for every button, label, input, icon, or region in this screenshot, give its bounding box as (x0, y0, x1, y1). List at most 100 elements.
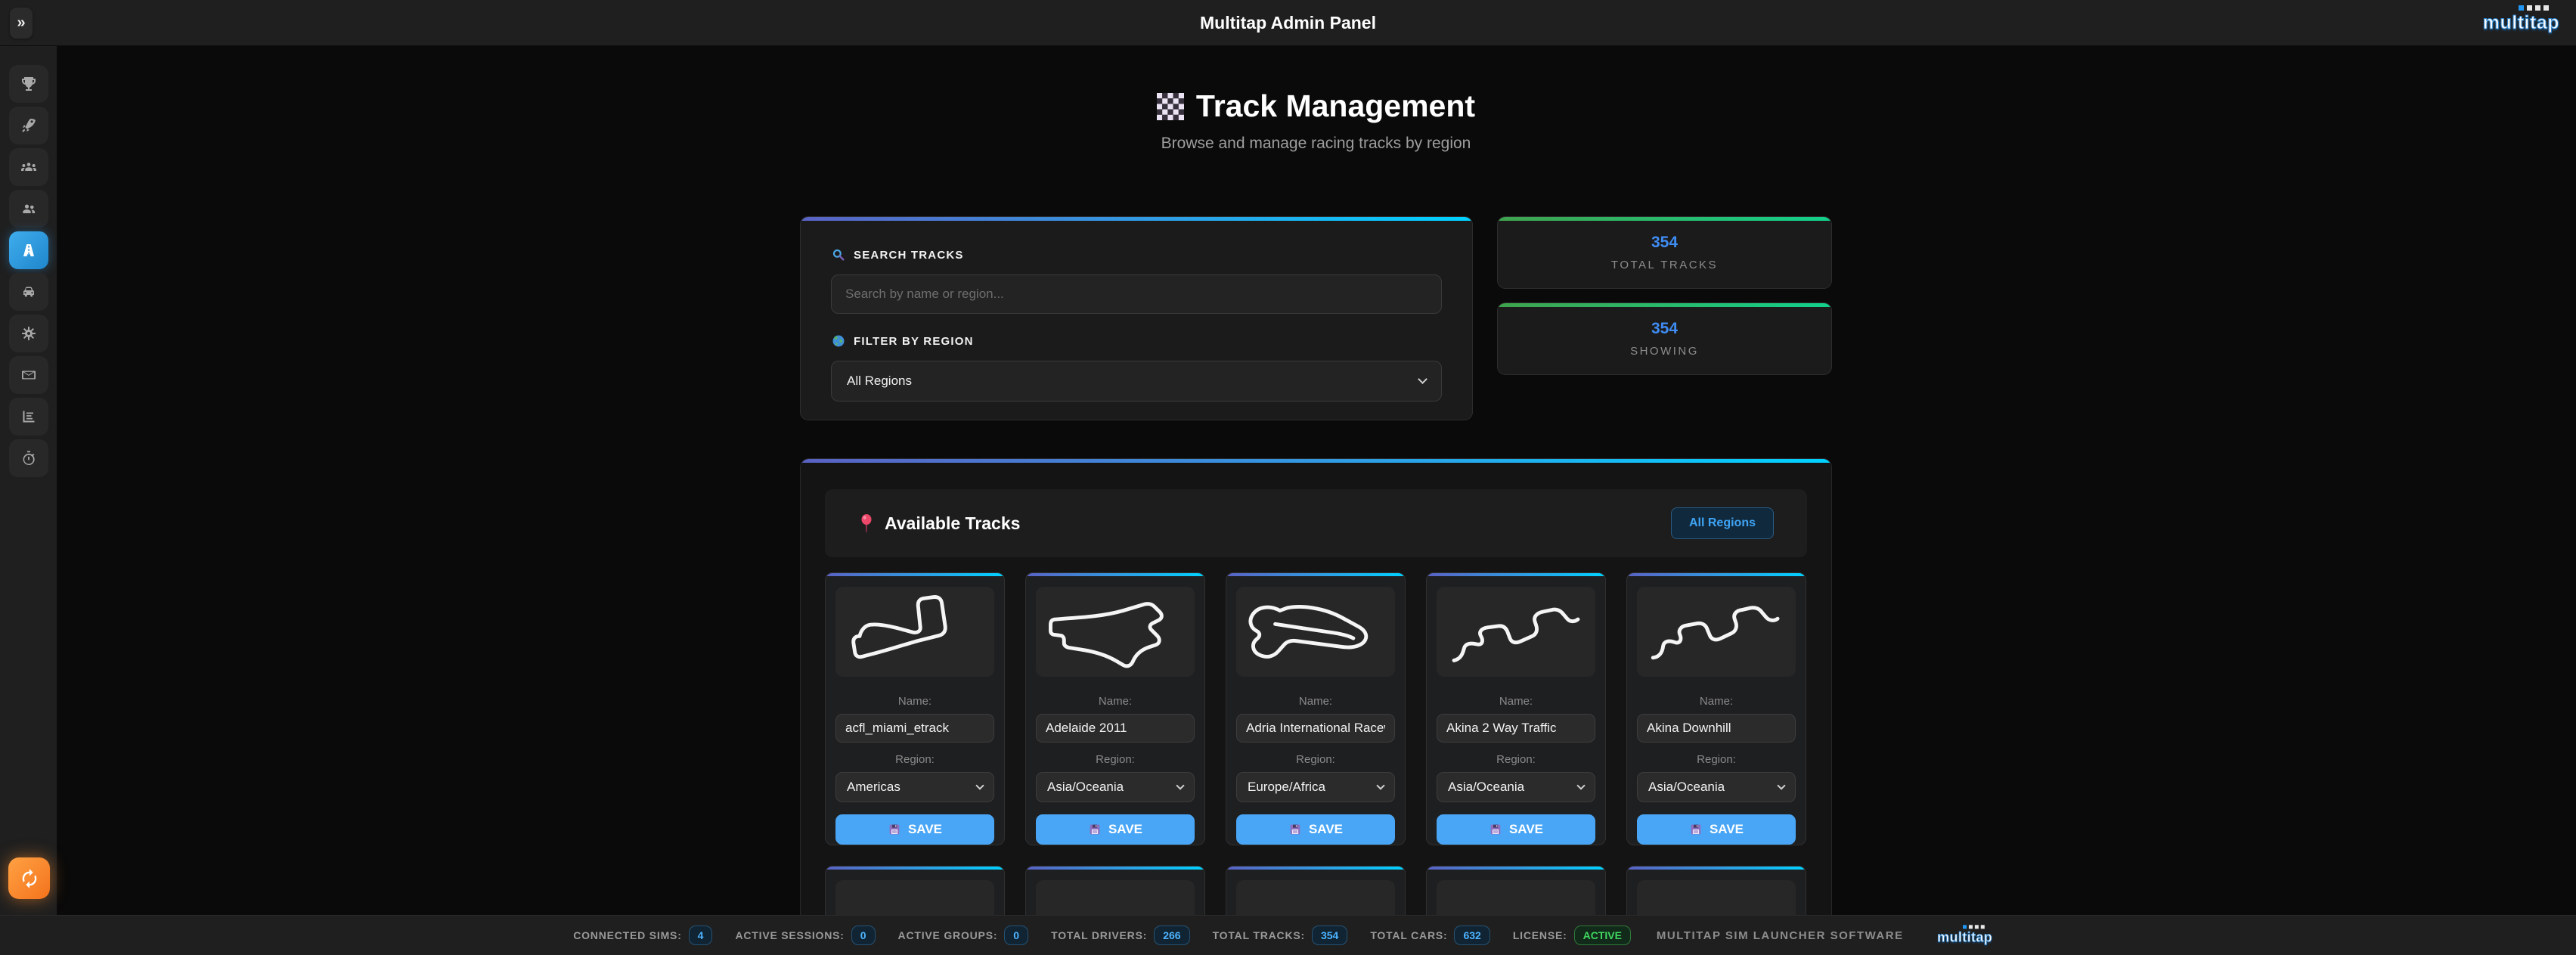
floppy-disk-icon (1489, 823, 1502, 836)
save-button[interactable]: SAVE (1036, 814, 1195, 845)
sidebar-item-cars[interactable] (9, 273, 48, 311)
car-icon (20, 283, 38, 301)
controls-row: SEARCH TRACKS FILTER BY REGION All Regio… (800, 216, 1832, 420)
tracks-panel-title: Available Tracks (885, 513, 1020, 534)
footer-brand-logo: multitap (1937, 925, 1992, 945)
refresh-icon (19, 868, 40, 889)
sidebar-item-groups[interactable] (9, 148, 48, 186)
filter-section-label: FILTER BY REGION (831, 333, 1442, 349)
sidebar-item-launcher[interactable] (9, 107, 48, 144)
page-title: Track Management (1196, 88, 1475, 124)
gear-icon (20, 324, 38, 343)
track-region-value: Europe/Africa (1248, 780, 1325, 795)
save-label: SAVE (908, 822, 942, 837)
save-button[interactable]: SAVE (1637, 814, 1796, 845)
sidebar-item-settings[interactable] (9, 315, 48, 352)
sidebar-item-tournaments[interactable] (9, 65, 48, 103)
region-filter-value: All Regions (847, 374, 912, 389)
available-tracks-panel: Available Tracks All Regions Name: Regio… (800, 458, 1832, 948)
track-card: Name: Region: Americas SAVE (825, 572, 1005, 845)
top-bar: » Multitap Admin Panel multitap (0, 0, 2576, 46)
status-value-badge: 354 (1312, 926, 1347, 945)
track-name-input[interactable] (1437, 714, 1595, 743)
track-card: Name: Region: Asia/Oceania SAVE (1426, 572, 1606, 845)
track-card: Name: Region: Asia/Oceania SAVE (1626, 572, 1806, 845)
sidebar-item-stats[interactable] (9, 398, 48, 436)
brand-dots-icon (1963, 925, 1985, 929)
region-filter-badge[interactable]: All Regions (1671, 507, 1774, 539)
track-map-image (1236, 587, 1395, 677)
save-button[interactable]: SAVE (835, 814, 994, 845)
track-region-value: Americas (847, 780, 901, 795)
region-filter-select[interactable]: All Regions (831, 361, 1442, 402)
sidebar-item-drivers[interactable] (9, 190, 48, 228)
rocket-icon (20, 116, 38, 135)
track-region-select[interactable]: Asia/Oceania (1036, 772, 1195, 802)
globe-icon (831, 333, 846, 349)
status-bar: CONNECTED SIMS: 4 ACTIVE SESSIONS: 0 ACT… (0, 915, 2576, 955)
brand-dots-icon (2519, 5, 2549, 11)
status-label: CONNECTED SIMS: (573, 929, 681, 941)
status-value-badge: 0 (851, 926, 876, 945)
track-name-input[interactable] (835, 714, 994, 743)
save-button[interactable]: SAVE (1437, 814, 1595, 845)
filter-label-text: FILTER BY REGION (854, 335, 974, 348)
stopwatch-icon (20, 449, 38, 467)
sidebar-item-tracks[interactable] (9, 231, 48, 269)
track-region-select[interactable]: Asia/Oceania (1437, 772, 1595, 802)
road-track-icon (20, 241, 38, 259)
page-subtitle: Browse and manage racing tracks by regio… (800, 135, 1832, 153)
track-region-select[interactable]: Americas (835, 772, 994, 802)
chevron-down-icon (1376, 781, 1384, 789)
track-region-select[interactable]: Europe/Africa (1236, 772, 1395, 802)
chevron-down-icon (1576, 781, 1585, 789)
stat-value: 354 (1651, 320, 1678, 338)
status-value-badge: 266 (1154, 926, 1189, 945)
stat-label: SHOWING (1630, 345, 1699, 358)
chevron-down-icon (975, 781, 984, 789)
brand-name: multitap (2483, 12, 2559, 34)
status-label: TOTAL DRIVERS: (1051, 929, 1147, 941)
track-card: Name: Region: Asia/Oceania SAVE (1025, 572, 1205, 845)
sync-button[interactable] (8, 857, 50, 899)
track-name-input[interactable] (1236, 714, 1395, 743)
status-total-cars: TOTAL CARS: 632 (1370, 926, 1490, 945)
app-title: Multitap Admin Panel (0, 0, 2576, 46)
status-value-badge: 0 (1004, 926, 1028, 945)
stats-column: 354 TOTAL TRACKS 354 SHOWING (1497, 216, 1832, 420)
page-header: Track Management Browse and manage racin… (800, 88, 1832, 153)
track-map-image (1036, 587, 1195, 677)
checkered-flag-icon (1157, 93, 1184, 120)
search-label-text: SEARCH TRACKS (854, 249, 964, 262)
save-label: SAVE (1710, 822, 1744, 837)
tracks-panel-header: Available Tracks All Regions (825, 489, 1807, 557)
sidebar-item-sessions[interactable] (9, 439, 48, 477)
region-label: Region: (1496, 753, 1536, 766)
status-active-sessions: ACTIVE SESSIONS: 0 (735, 926, 875, 945)
track-region-select[interactable]: Asia/Oceania (1637, 772, 1796, 802)
status-total-tracks: TOTAL TRACKS: 354 (1213, 926, 1348, 945)
search-section-label: SEARCH TRACKS (831, 247, 1442, 262)
status-license: LICENSE: ACTIVE (1513, 926, 1631, 945)
stats-icon (20, 408, 38, 426)
chevron-down-icon (1777, 781, 1785, 789)
trophy-icon (20, 75, 38, 93)
save-button[interactable]: SAVE (1236, 814, 1395, 845)
drivers-icon (20, 200, 38, 218)
floppy-disk-icon (888, 823, 901, 836)
stat-value: 354 (1651, 234, 1678, 252)
chevron-down-icon (1176, 781, 1184, 789)
sidebar-item-messages[interactable] (9, 356, 48, 394)
search-card: SEARCH TRACKS FILTER BY REGION All Regio… (800, 216, 1473, 420)
track-name-input[interactable] (1637, 714, 1796, 743)
region-label: Region: (1697, 753, 1736, 766)
stat-card-total-tracks: 354 TOTAL TRACKS (1497, 216, 1832, 289)
status-value-badge: 4 (689, 926, 713, 945)
track-grid: Name: Region: Americas SAVE Name: (825, 572, 1807, 948)
status-value-badge: 632 (1454, 926, 1489, 945)
track-map-image (1437, 587, 1595, 677)
search-input[interactable] (831, 274, 1442, 314)
main-content: Track Management Browse and manage racin… (800, 46, 1832, 948)
status-connected-sims: CONNECTED SIMS: 4 (573, 926, 712, 945)
track-name-input[interactable] (1036, 714, 1195, 743)
